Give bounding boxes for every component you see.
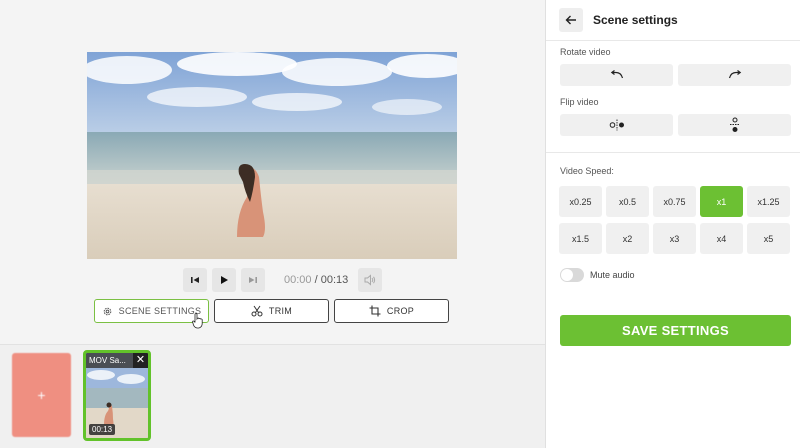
time-display: 00:00 / 00:13 — [284, 274, 348, 286]
gear-icon — [103, 307, 111, 315]
trim-button[interactable]: TRIM — [214, 299, 329, 323]
divider — [546, 152, 800, 153]
rotate-left-icon — [610, 70, 623, 79]
player-controls: 00:00 / 00:13 — [183, 268, 383, 292]
divider — [546, 40, 800, 41]
flip-horizontal-icon — [609, 119, 624, 131]
time-separator: / — [311, 274, 321, 286]
crop-button[interactable]: CROP — [334, 299, 449, 323]
speaker-icon — [364, 274, 376, 286]
hand-cursor-icon — [192, 313, 203, 329]
skip-back-button[interactable] — [183, 268, 207, 292]
add-media-button[interactable]: + — [12, 353, 71, 437]
crop-icon — [369, 305, 381, 317]
clip-close-button[interactable]: ✕ — [133, 353, 148, 368]
speed-option[interactable]: x3 — [653, 223, 696, 254]
speed-option[interactable]: x1.5 — [559, 223, 602, 254]
arrow-left-icon — [565, 15, 576, 25]
panel-header: Scene settings — [546, 0, 800, 40]
scene-settings-label: SCENE SETTINGS — [118, 306, 202, 316]
play-button[interactable] — [212, 268, 236, 292]
speed-option[interactable]: x5 — [747, 223, 790, 254]
time-total: 00:13 — [320, 274, 349, 286]
play-icon — [221, 276, 228, 284]
rotate-right-button[interactable] — [678, 64, 791, 86]
skip-forward-icon — [249, 277, 257, 283]
scissors-icon — [251, 305, 263, 317]
flip-horizontal-button[interactable] — [560, 114, 673, 136]
scene-settings-panel: Scene settings Rotate video Flip video V… — [545, 0, 800, 448]
timeline-clip[interactable]: MOV Sa... ✕ 00:13 — [83, 350, 151, 441]
flip-vertical-icon — [729, 117, 740, 132]
skip-back-icon — [191, 277, 199, 283]
flip-vertical-button[interactable] — [678, 114, 791, 136]
rotate-label: Rotate video — [560, 47, 611, 57]
video-speed-label: Video Speed: — [560, 166, 614, 176]
volume-button[interactable] — [358, 268, 383, 292]
panel-title: Scene settings — [593, 13, 678, 27]
speed-option[interactable]: x1.25 — [747, 186, 790, 217]
speed-option[interactable]: x4 — [700, 223, 743, 254]
rotate-right-icon — [728, 70, 741, 79]
time-current: 00:00 — [284, 274, 312, 286]
timeline: + MOV Sa... ✕ 00:13 — [0, 345, 545, 448]
skip-forward-button[interactable] — [241, 268, 265, 292]
mute-audio-label: Mute audio — [590, 270, 635, 280]
speed-option[interactable]: x0.75 — [653, 186, 696, 217]
speed-options: x0.25 x0.5 x0.75 x1 x1.25 x1.5 x2 x3 x4 x5 — [559, 186, 790, 254]
crop-label: CROP — [386, 306, 415, 316]
editor-area: 00:00 / 00:13 SCENE SETTINGS TRIM CROP + — [0, 0, 545, 448]
trim-label: TRIM — [268, 306, 293, 316]
video-preview[interactable] — [87, 52, 457, 259]
tool-row: SCENE SETTINGS TRIM CROP — [94, 299, 449, 323]
speed-option[interactable]: x0.5 — [606, 186, 649, 217]
mute-audio-toggle[interactable] — [560, 268, 584, 282]
speed-option[interactable]: x2 — [606, 223, 649, 254]
add-media-icon: + — [37, 387, 46, 403]
clip-duration: 00:13 — [89, 424, 116, 435]
speed-option[interactable]: x1 — [700, 186, 743, 217]
rotate-left-button[interactable] — [560, 64, 673, 86]
save-settings-button[interactable]: SAVE SETTINGS — [560, 315, 791, 346]
speed-option[interactable]: x0.25 — [559, 186, 602, 217]
back-button[interactable] — [559, 8, 583, 32]
beach-scene-image — [87, 52, 457, 259]
flip-label: Flip video — [560, 97, 599, 107]
